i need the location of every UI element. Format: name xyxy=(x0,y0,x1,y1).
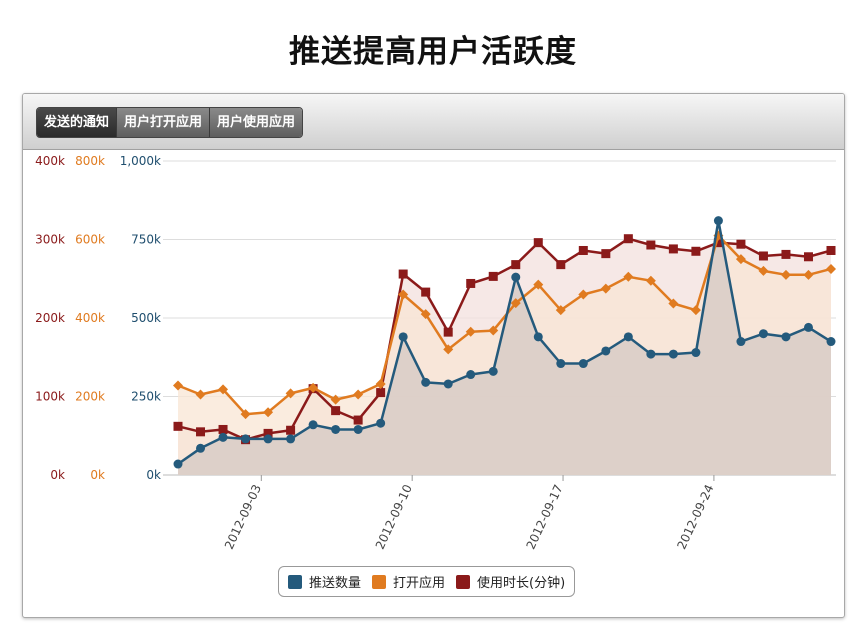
data-point xyxy=(196,443,206,453)
data-point xyxy=(736,337,746,347)
data-point xyxy=(601,249,611,259)
data-point xyxy=(466,370,476,380)
data-point xyxy=(511,260,521,270)
data-point xyxy=(713,216,723,226)
data-point xyxy=(691,246,701,256)
data-point xyxy=(623,234,633,244)
data-point xyxy=(398,269,408,279)
data-point xyxy=(668,244,678,254)
data-point xyxy=(331,406,341,416)
data-point xyxy=(331,424,341,434)
chart-legend: 推送数量 打开应用 使用时长(分钟) xyxy=(278,566,576,597)
data-point xyxy=(376,418,386,428)
data-point xyxy=(826,245,836,255)
y-tick-label-duration: 100k xyxy=(35,390,65,404)
data-point xyxy=(466,278,476,288)
data-point xyxy=(218,424,228,434)
data-point xyxy=(421,377,431,387)
data-point xyxy=(263,434,273,444)
legend-item-pushes[interactable]: 推送数量 xyxy=(288,572,361,591)
data-point xyxy=(443,379,453,389)
data-point xyxy=(196,427,206,437)
legend-label-opens: 打开应用 xyxy=(393,576,446,591)
y-tick-label-duration: 300k xyxy=(35,233,65,247)
y-tick-label-pushes: 1,000k xyxy=(120,154,161,168)
data-point xyxy=(308,420,318,430)
data-point xyxy=(421,287,431,297)
data-point xyxy=(488,271,498,281)
data-point xyxy=(218,432,228,442)
data-point xyxy=(286,425,296,435)
y-tick-label-pushes: 0k xyxy=(146,468,161,482)
data-point xyxy=(758,329,768,339)
legend-swatch-opens xyxy=(372,574,387,589)
data-point xyxy=(488,366,498,376)
data-point xyxy=(398,332,408,342)
y-tick-label-pushes: 500k xyxy=(131,311,161,325)
data-point xyxy=(578,359,588,369)
x-tick-label: 2012-09-10 xyxy=(373,482,415,551)
data-point xyxy=(646,349,656,359)
data-point xyxy=(241,434,251,444)
data-point xyxy=(781,332,791,342)
legend-item-opens[interactable]: 打开应用 xyxy=(372,572,445,591)
data-point xyxy=(803,322,813,332)
data-point xyxy=(353,424,363,434)
data-point xyxy=(736,239,746,249)
data-point xyxy=(173,421,183,431)
data-point xyxy=(286,434,296,444)
legend-item-duration[interactable]: 使用时长(分钟) xyxy=(456,572,565,591)
data-point xyxy=(781,249,791,259)
y-tick-label-opens: 400k xyxy=(75,311,105,325)
legend-swatch-duration xyxy=(456,574,471,589)
data-point xyxy=(623,332,633,342)
data-point xyxy=(826,337,836,347)
data-point xyxy=(646,240,656,250)
data-point xyxy=(556,260,566,270)
y-tick-label-opens: 0k xyxy=(90,468,105,482)
legend-label-pushes: 推送数量 xyxy=(309,576,362,591)
data-point xyxy=(511,272,521,282)
chart-panel: 发送的通知 用户打开应用 用户使用应用 0k 100k 200k 300k 400k 0k… xyxy=(22,93,845,618)
y-tick-label-pushes: 750k xyxy=(131,233,161,247)
x-tick-label: 2012-09-24 xyxy=(674,482,716,551)
y-tick-label-duration: 200k xyxy=(35,311,65,325)
data-point xyxy=(803,252,813,262)
y-tick-label-opens: 200k xyxy=(75,390,105,404)
data-point xyxy=(443,327,453,337)
y-tick-label-duration: 400k xyxy=(35,154,65,168)
data-point xyxy=(668,349,678,359)
data-point xyxy=(533,238,543,248)
y-tick-label-opens: 600k xyxy=(75,233,105,247)
data-point xyxy=(376,388,386,398)
line-chart: 0k 100k 200k 300k 400k 0k 200k 400k 600k 800k 0k 25… xyxy=(35,154,836,551)
y-tick-label-duration: 0k xyxy=(50,468,65,482)
x-tick-label: 2012-09-03 xyxy=(222,482,264,551)
page-title: 推送提高用户活跃度 xyxy=(289,34,577,70)
data-point xyxy=(601,346,611,356)
data-point xyxy=(758,251,768,261)
data-point xyxy=(533,332,543,342)
y-tick-label-opens: 800k xyxy=(75,154,105,168)
data-point xyxy=(691,348,701,358)
data-point xyxy=(556,359,566,369)
y-tick-label-pushes: 250k xyxy=(131,390,161,404)
x-tick-label: 2012-09-17 xyxy=(524,482,566,551)
data-point xyxy=(173,459,183,469)
legend-label-duration: 使用时长(分钟) xyxy=(477,576,566,591)
data-point xyxy=(353,415,363,425)
data-point xyxy=(578,245,588,255)
legend-swatch-pushes xyxy=(288,574,302,589)
